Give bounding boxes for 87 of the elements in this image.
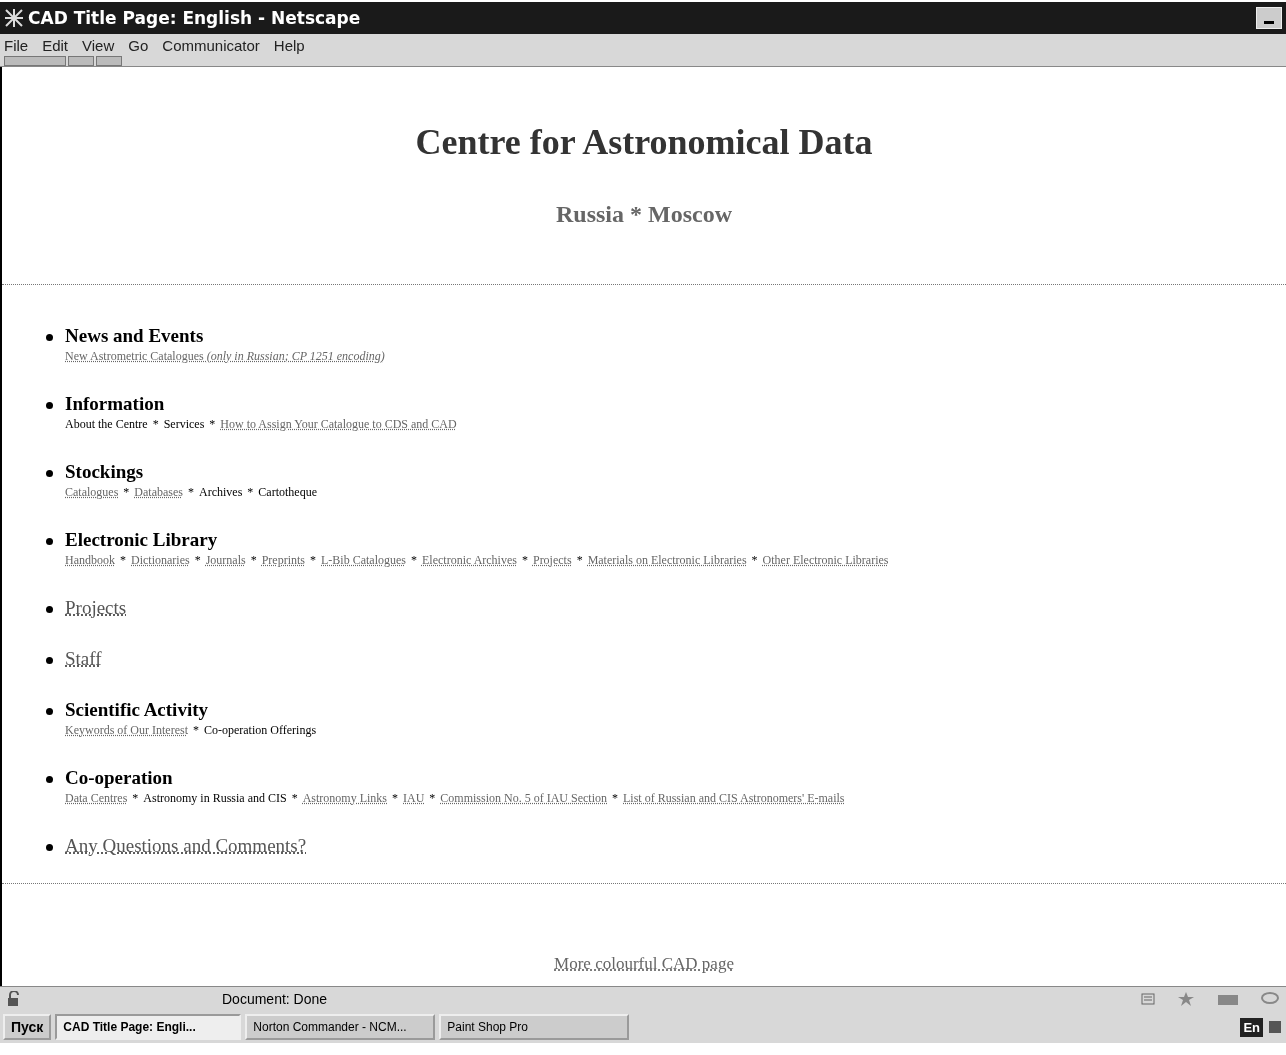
- text-link[interactable]: Projects: [532, 553, 572, 568]
- separator-text: *: [247, 485, 254, 500]
- separator-text: *: [291, 791, 298, 806]
- bullet-icon: [46, 606, 53, 613]
- item-text: Cartotheque: [258, 485, 317, 500]
- menu-item[interactable]: View: [82, 36, 115, 54]
- text-link[interactable]: Journals: [205, 553, 246, 568]
- page-subtitle: Russia * Moscow: [555, 201, 733, 228]
- text-link[interactable]: Databases: [134, 485, 183, 500]
- bullet-icon: [46, 844, 53, 851]
- menu-item[interactable]: Help: [273, 36, 305, 54]
- text-link[interactable]: Astronomy Links: [302, 791, 387, 806]
- bullet-icon: [46, 538, 53, 545]
- separator-text: *: [612, 791, 618, 806]
- text-link[interactable]: Dictionaries: [131, 553, 190, 568]
- start-button[interactable]: Пуск: [3, 1014, 52, 1040]
- separator-text: *: [194, 553, 201, 568]
- toolbar-tab[interactable]: [96, 56, 122, 66]
- menu-item[interactable]: File: [4, 36, 29, 54]
- section-heading: Co-operation: [65, 767, 173, 789]
- text-link[interactable]: Electronic Archives: [422, 553, 517, 568]
- tray-icon[interactable]: [1267, 1019, 1283, 1035]
- menu-item[interactable]: Go: [128, 36, 149, 54]
- separator-text: *: [152, 417, 159, 432]
- bullet-icon: [46, 776, 53, 783]
- lock-icon: [6, 991, 22, 1007]
- text-link[interactable]: Commission No. 5 of IAU Section: [440, 791, 607, 806]
- bullet-icon: [46, 708, 53, 715]
- item-text: Archives: [199, 485, 243, 500]
- separator-text: *: [123, 485, 130, 500]
- item-text: Services: [163, 417, 205, 432]
- component-icon[interactable]: [1140, 991, 1156, 1007]
- section-link[interactable]: Staff: [65, 648, 102, 670]
- text-link[interactable]: New Astrometric Catalogues (only in Russian; CP 1251 encoding): [65, 349, 385, 364]
- separator-text: *: [250, 553, 257, 568]
- section-link[interactable]: Projects: [65, 597, 127, 619]
- section-heading: Electronic Library: [65, 529, 218, 551]
- window-title: CAD Title Page: English - Netscape: [28, 8, 361, 28]
- item-text: Astronomy in Russia and CIS: [143, 791, 287, 806]
- separator-text: *: [429, 791, 436, 806]
- separator-text: *: [411, 553, 417, 568]
- taskbar-button[interactable]: CAD Title Page: Engli...: [55, 1014, 242, 1040]
- separator-text: *: [392, 791, 398, 806]
- text-link[interactable]: L-Bib Catalogues: [321, 553, 406, 568]
- text-link[interactable]: How to Assign Your Catalogue to CDS and CAD: [220, 417, 457, 432]
- separator-text: *: [120, 553, 126, 568]
- section-heading: Information: [65, 393, 165, 415]
- taskbar-button[interactable]: Paint Shop Pro: [439, 1014, 630, 1040]
- taskbar-button[interactable]: Norton Commander - NCM...: [245, 1014, 436, 1040]
- menu-item[interactable]: Edit: [42, 36, 69, 54]
- separator-text: *: [576, 553, 583, 568]
- status-text: Document: Done: [222, 991, 328, 1007]
- text-link[interactable]: List of Russian and CIS Astronomers' E-mails: [623, 791, 845, 806]
- language-indicator[interactable]: En: [1240, 1017, 1263, 1037]
- menu-item[interactable]: Communicator: [162, 36, 260, 54]
- page-title: Centre for Astronomical Data: [414, 121, 874, 163]
- section-heading: Stockings: [65, 461, 144, 483]
- footer-link[interactable]: More colourful CAD page: [554, 954, 734, 973]
- separator-text: *: [192, 723, 199, 738]
- text-link[interactable]: Keywords of Our Interest: [65, 723, 188, 738]
- bullet-icon: [46, 657, 53, 664]
- separator-text: *: [209, 417, 216, 432]
- bullet-icon: [46, 334, 53, 341]
- section-heading: Scientific Activity: [65, 699, 208, 721]
- netscape-icon: [4, 8, 24, 28]
- star-icon[interactable]: [1176, 991, 1196, 1007]
- text-link[interactable]: IAU: [403, 791, 425, 806]
- toolbar-tab[interactable]: [68, 56, 94, 66]
- separator-text: *: [751, 553, 758, 568]
- toolbar-tab[interactable]: [4, 56, 66, 66]
- section-link[interactable]: Any Questions and Comments?: [65, 835, 307, 857]
- text-link[interactable]: Data Centres: [65, 791, 128, 806]
- section-heading: News and Events: [65, 325, 204, 347]
- text-link[interactable]: Other Electronic Libraries: [762, 553, 889, 568]
- text-link[interactable]: Materials on Electronic Libraries: [587, 553, 747, 568]
- bullet-icon: [46, 470, 53, 477]
- separator-text: *: [310, 553, 316, 568]
- bullet-icon: [46, 402, 53, 409]
- text-link[interactable]: Handbook: [65, 553, 115, 568]
- minimize-button[interactable]: [1256, 7, 1282, 29]
- separator-text: *: [521, 553, 528, 568]
- text-link[interactable]: Preprints: [261, 553, 305, 568]
- item-text: Co-operation Offerings: [203, 723, 317, 738]
- separator-text: *: [132, 791, 139, 806]
- text-link[interactable]: Catalogues: [65, 485, 119, 500]
- separator-text: *: [188, 485, 194, 500]
- item-text: About the Centre: [65, 417, 148, 432]
